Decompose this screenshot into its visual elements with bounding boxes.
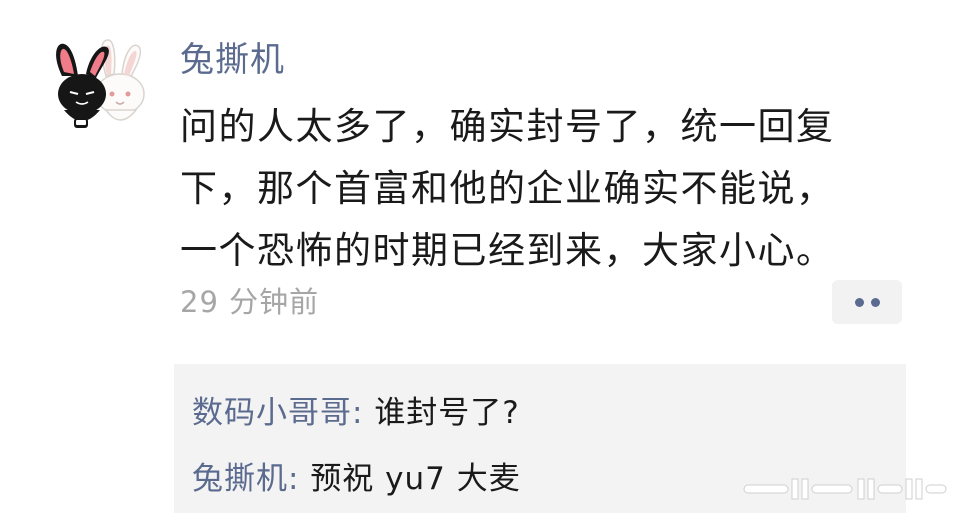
post-line: 一个恐怖的时期已经到来，大家小心。: [180, 229, 835, 272]
post-line: 问的人太多了，确实封号了，统一回复: [180, 105, 835, 148]
post-author-name[interactable]: 兔撕机: [180, 38, 285, 82]
comment-user[interactable]: 兔撕机: [192, 461, 288, 497]
post-body: 问的人太多了，确实封号了，统一回复 下，那个首富和他的企业确实不能说， 一个恐怖…: [180, 96, 920, 282]
post-timestamp: 29 分钟前: [180, 285, 320, 319]
comment-separator: :: [288, 461, 311, 497]
comment-item[interactable]: 数码小哥哥: 谁封号了?: [192, 392, 520, 434]
rabbit-pair-icon: [56, 39, 145, 128]
more-dots-icon: [854, 297, 864, 307]
comment-page: 兔撕机 问的人太多了，确实封号了，统一回复 下，那个首富和他的企业确实不能说， …: [0, 0, 960, 513]
more-options-button[interactable]: [832, 280, 902, 324]
comment-user[interactable]: 数码小哥哥: [192, 395, 352, 431]
comment-item[interactable]: 兔撕机: 预祝 yu7 大麦: [192, 458, 521, 500]
avatar[interactable]: [50, 36, 154, 132]
watermark-logo: [743, 478, 947, 500]
comment-text: 谁封号了?: [374, 395, 520, 431]
more-dots-icon: [870, 297, 880, 307]
post-line: 下，那个首富和他的企业确实不能说，: [180, 167, 835, 210]
comment-separator: :: [352, 395, 375, 431]
comment-text: 预祝 yu7 大麦: [310, 461, 521, 497]
